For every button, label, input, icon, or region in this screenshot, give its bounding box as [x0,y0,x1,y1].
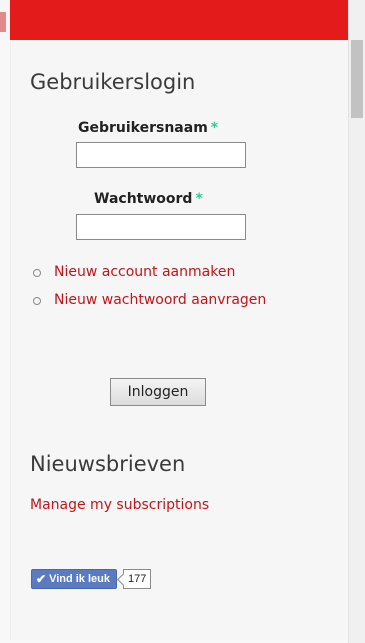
facebook-like-widget: ✔ Vind ik leuk 177 [31,569,152,589]
newsletter-block-title: Nieuwsbrieven [30,452,186,476]
required-marker: * [195,191,203,207]
check-icon: ✔ [36,572,47,586]
username-label: Gebruikersnaam * [78,120,218,136]
login-links: Nieuw account aanmaken Nieuw wachtwoord … [30,258,290,314]
login-button[interactable]: Inloggen [110,378,206,406]
scrollbar-thumb[interactable] [351,40,363,118]
username-label-text: Gebruikersnaam [78,120,208,136]
circle-bullet-icon [33,297,41,305]
circle-bullet-icon [33,269,41,277]
username-input[interactable] [76,142,246,168]
password-label-text: Wachtwoord [94,191,193,207]
required-marker: * [210,120,219,136]
create-account-link[interactable]: Nieuw account aanmaken [54,264,235,280]
list-item: Nieuw wachtwoord aanvragen [30,286,290,314]
list-item: Nieuw account aanmaken [30,258,290,286]
password-input[interactable] [76,214,246,240]
facebook-like-button[interactable]: ✔ Vind ik leuk [31,569,117,589]
scrollbar[interactable] [348,0,365,643]
facebook-like-count: 177 [123,569,152,589]
facebook-like-label: Vind ik leuk [49,573,110,585]
header-red-band [10,0,348,40]
manage-subscriptions-link[interactable]: Manage my subscriptions [30,497,209,513]
login-block-title: Gebruikerslogin [30,70,196,94]
password-label: Wachtwoord * [94,191,203,207]
request-password-link[interactable]: Nieuw wachtwoord aanvragen [54,292,266,308]
header-accent [0,12,6,32]
